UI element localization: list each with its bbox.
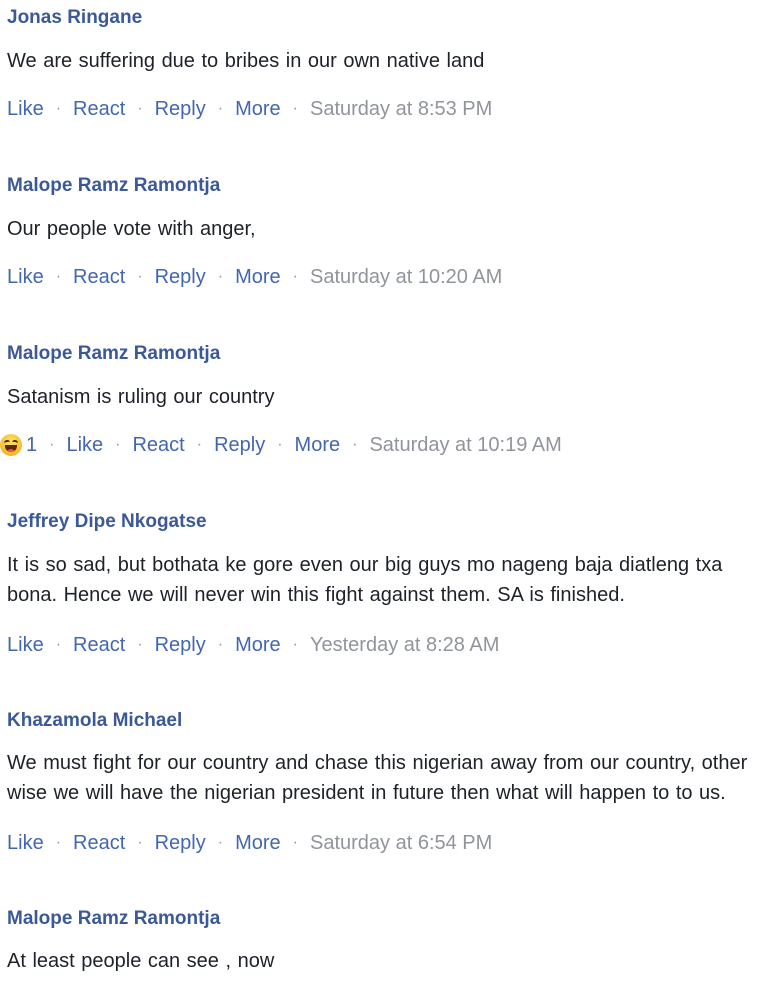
- reply-link[interactable]: Reply: [155, 264, 206, 290]
- separator-dot: ·: [137, 834, 143, 851]
- reaction-summary[interactable]: 1: [0, 432, 38, 458]
- comment-text: It is so sad, but bothata ke gore even o…: [7, 554, 723, 606]
- separator-dot: ·: [137, 636, 143, 653]
- reply-link[interactable]: Reply: [155, 632, 206, 658]
- comment-author[interactable]: Jonas Ringane: [7, 6, 142, 30]
- reply-link[interactable]: Reply: [214, 432, 265, 458]
- comment-actions: Like · React · Reply · More · Saturday a…: [7, 96, 492, 122]
- reaction-count: 1: [26, 434, 38, 456]
- comment-text: Our people vote with anger,: [7, 218, 256, 240]
- comment-text: We are suffering due to bribes in our ow…: [7, 50, 485, 72]
- separator-dot: ·: [196, 436, 203, 453]
- separator-dot: ·: [292, 268, 298, 285]
- comment-timestamp[interactable]: Saturday at 6:54 PM: [310, 830, 492, 856]
- more-link[interactable]: More: [295, 432, 341, 458]
- react-link[interactable]: React: [73, 632, 125, 658]
- separator-dot: ·: [55, 834, 62, 851]
- separator-dot: ·: [49, 436, 55, 453]
- react-link[interactable]: React: [73, 264, 125, 290]
- react-link[interactable]: React: [73, 830, 125, 856]
- comment-author[interactable]: Khazamola Michael: [7, 709, 182, 733]
- reply-link[interactable]: Reply: [155, 96, 206, 122]
- haha-reaction-icon: [0, 434, 22, 456]
- separator-dot: ·: [217, 636, 224, 653]
- more-link[interactable]: More: [235, 96, 281, 122]
- like-link[interactable]: Like: [7, 632, 44, 658]
- like-link[interactable]: Like: [7, 264, 44, 290]
- comment-author[interactable]: Malope Ramz Ramontja: [7, 342, 220, 366]
- react-link[interactable]: React: [73, 96, 125, 122]
- comment-author[interactable]: Malope Ramz Ramontja: [7, 174, 220, 198]
- separator-dot: ·: [137, 100, 143, 117]
- separator-dot: ·: [55, 100, 62, 117]
- more-link[interactable]: More: [235, 264, 281, 290]
- like-link[interactable]: Like: [7, 96, 44, 122]
- comment-timestamp[interactable]: Yesterday at 8:28 AM: [310, 632, 499, 658]
- separator-dot: ·: [217, 834, 224, 851]
- comment-timestamp[interactable]: Saturday at 10:20 AM: [310, 264, 502, 290]
- separator-dot: ·: [137, 268, 143, 285]
- comment-text: We must fight for our country and chase …: [7, 752, 748, 804]
- react-link[interactable]: React: [132, 432, 184, 458]
- reply-link[interactable]: Reply: [155, 830, 206, 856]
- comment-author[interactable]: Jeffrey Dipe Nkogatse: [7, 510, 207, 534]
- comment-timestamp[interactable]: Saturday at 10:19 AM: [369, 432, 561, 458]
- separator-dot: ·: [292, 636, 298, 653]
- separator-dot: ·: [115, 436, 121, 453]
- separator-dot: ·: [217, 100, 224, 117]
- comment-text: Satanism is ruling our country: [7, 386, 275, 408]
- comment-timestamp[interactable]: Saturday at 8:53 PM: [310, 96, 492, 122]
- separator-dot: ·: [352, 436, 358, 453]
- separator-dot: ·: [217, 268, 224, 285]
- comment-actions: Like · React · Reply · More · Saturday a…: [7, 264, 502, 290]
- comment-actions: Like · React · Reply · More · Yesterday …: [7, 632, 499, 658]
- separator-dot: ·: [277, 436, 283, 453]
- more-link[interactable]: More: [235, 830, 281, 856]
- separator-dot: ·: [55, 268, 62, 285]
- comment-author[interactable]: Malope Ramz Ramontja: [7, 907, 220, 931]
- separator-dot: ·: [292, 834, 298, 851]
- separator-dot: ·: [292, 100, 298, 117]
- comment-actions: Like · React · Reply · More · Saturday a…: [7, 830, 492, 856]
- more-link[interactable]: More: [235, 632, 281, 658]
- comment-actions: 1 · Like · React · Reply · More · Saturd…: [0, 432, 562, 458]
- like-link[interactable]: Like: [66, 432, 103, 458]
- separator-dot: ·: [55, 636, 62, 653]
- like-link[interactable]: Like: [7, 830, 44, 856]
- comment-text: At least people can see , now: [7, 950, 275, 972]
